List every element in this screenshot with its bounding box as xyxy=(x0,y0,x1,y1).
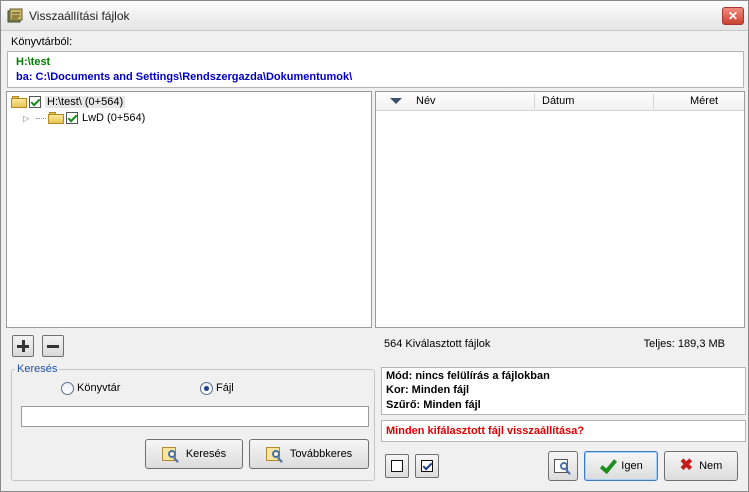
mode-text: Mód: nincs felülírás a fájlokban xyxy=(386,370,550,382)
column-size[interactable]: Méret xyxy=(690,95,718,107)
tree-connector xyxy=(36,117,46,119)
sort-desc-icon[interactable] xyxy=(390,98,402,104)
total-size: Teljes: 189,3 MB xyxy=(643,338,725,350)
minus-icon xyxy=(47,345,59,348)
search-group-legend: Keresés xyxy=(15,363,60,375)
document-search-icon xyxy=(554,457,572,475)
file-list[interactable]: Név Dátum Méret xyxy=(375,91,745,328)
column-date[interactable]: Dátum xyxy=(542,95,574,107)
no-button-label: Nem xyxy=(699,460,723,472)
search-input[interactable] xyxy=(21,406,369,427)
checked-box-icon xyxy=(421,460,433,472)
source-path-line-2: ba: C:\Documents and Settings\Rendszerga… xyxy=(16,71,353,83)
tree-item-lwd-checkbox[interactable] xyxy=(66,112,78,124)
file-list-header: Név Dátum Méret xyxy=(376,92,744,111)
restore-files-dialog: Visszaállítási fájlok ✕ Könyvtárból: H:\… xyxy=(0,0,749,492)
search-button[interactable]: Keresés xyxy=(145,439,243,469)
restore-question: Minden kifálasztott fájl visszaállítása? xyxy=(386,425,585,437)
deselect-all-button[interactable] xyxy=(385,454,409,478)
folder-icon xyxy=(48,112,64,124)
expand-all-button[interactable] xyxy=(12,335,34,357)
expand-arrow-icon[interactable]: ▷ xyxy=(23,114,32,123)
app-icon xyxy=(7,8,23,23)
age-text: Kor: Minden fájl xyxy=(386,384,470,396)
folder-tree[interactable]: H:\test\ (0+564) ▷ LwD (0+564) xyxy=(6,91,372,328)
collapse-all-button[interactable] xyxy=(42,335,64,357)
title-bar[interactable]: Visszaállítási fájlok ✕ xyxy=(1,1,748,31)
search-next-button[interactable]: Továbbkeres xyxy=(249,439,369,469)
yes-button[interactable]: Igen xyxy=(584,451,658,481)
checkmark-icon xyxy=(599,458,615,474)
search-next-button-label: Továbbkeres xyxy=(289,448,353,460)
x-icon: ✖ xyxy=(679,457,694,474)
tree-item-lwd[interactable]: ▷ LwD (0+564) xyxy=(23,110,145,126)
window-title: Visszaállítási fájlok xyxy=(29,9,130,23)
filter-text: Szűrő: Minden fájl xyxy=(386,399,481,411)
radio-file-label[interactable]: Fájl xyxy=(216,382,234,394)
search-button-label: Keresés xyxy=(185,448,227,460)
source-path-line-1: H:\test xyxy=(16,56,51,68)
yes-button-label: Igen xyxy=(621,460,643,472)
restore-info-box: Mód: nincs felülírás a fájlokban Kor: Mi… xyxy=(381,367,746,415)
unchecked-box-icon xyxy=(391,460,403,472)
search-icon xyxy=(161,445,180,463)
close-button[interactable]: ✕ xyxy=(722,7,744,25)
select-all-button[interactable] xyxy=(415,454,439,478)
source-label: Könyvtárból: xyxy=(11,36,73,48)
question-box: Minden kifálasztott fájl visszaállítása? xyxy=(381,420,746,442)
radio-directory[interactable] xyxy=(61,382,74,395)
tree-item-root-checkbox[interactable] xyxy=(29,96,41,108)
preview-button[interactable] xyxy=(548,451,578,481)
tree-item-root[interactable]: H:\test\ (0+564) xyxy=(11,94,126,110)
column-separator[interactable] xyxy=(534,94,535,109)
no-button[interactable]: ✖ Nem xyxy=(664,451,738,481)
plus-icon-bar xyxy=(22,340,25,352)
column-name[interactable]: Név xyxy=(416,95,436,107)
search-next-icon xyxy=(265,445,284,463)
source-path-box: H:\test ba: C:\Documents and Settings\Re… xyxy=(7,51,744,88)
tree-item-lwd-label: LwD (0+564) xyxy=(82,112,146,124)
column-separator[interactable] xyxy=(653,94,654,109)
radio-directory-label[interactable]: Könyvtár xyxy=(77,382,120,394)
selected-count: 564 Kiválasztott fájlok xyxy=(384,338,491,350)
folder-open-icon xyxy=(11,96,27,108)
tree-item-root-label: H:\test\ (0+564) xyxy=(45,96,126,108)
radio-file[interactable] xyxy=(200,382,213,395)
